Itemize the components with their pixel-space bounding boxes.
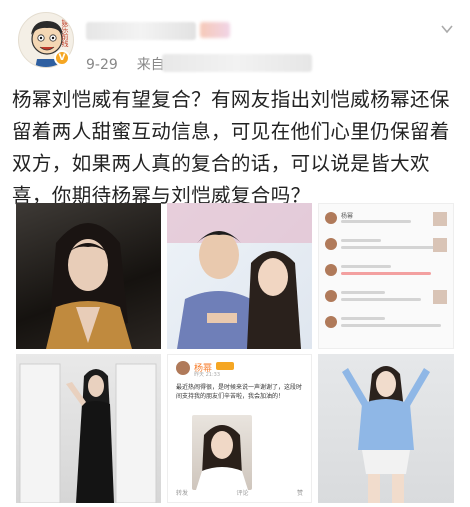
avatar [325, 316, 337, 328]
repost-label: 转发 [176, 490, 189, 497]
feed-text-line [341, 291, 385, 294]
post-body-text: 杨幂刘恺威有望复合？有网友指出刘恺威杨幂还保留着两人甜蜜互动信息，可见在他们心里… [12, 88, 450, 207]
feed-text-line [341, 220, 411, 223]
post-meta: 9-29 来自 [86, 54, 165, 74]
feed-text-line [341, 239, 381, 242]
screenshot-weibo-post[interactable]: 杨幂 昨天 21:33 最近热闹得很，是时候来说一声谢谢了，这段时间支持我的朋友… [167, 354, 312, 503]
feed-user-name: 杨幂 [341, 213, 354, 220]
screenshot-action-bar: 转发 评论 赞 [176, 488, 303, 497]
photo-portrait-dark[interactable] [16, 203, 161, 349]
feed-row [325, 262, 449, 284]
feed-text-line [341, 272, 431, 275]
photo-blue-sweater[interactable] [318, 354, 454, 503]
image-grid: 杨幂 杨幂 昨天 21:33 最近热闹得很，是时候来说一声谢谢了，这段时间支持我… [16, 203, 454, 503]
avatar [325, 238, 337, 250]
post-source-redacted [162, 54, 312, 72]
avatar [325, 264, 337, 276]
screenshot-post-text: 最近热闹得很，是时候来说一声谢谢了，这段时间支持我的朋友们辛苦啦，我会加油的！ [176, 384, 303, 400]
woman-blue-sweater-icon [342, 366, 430, 503]
couple-photo-icon [167, 203, 312, 349]
woman-portrait-icon [196, 425, 248, 490]
comment-label: 评论 [236, 490, 249, 497]
avatar-label: 娱乐前线 [61, 19, 69, 47]
feed-text-line [341, 298, 421, 301]
feed-thumbnail [433, 212, 447, 226]
feed-row [325, 288, 449, 310]
screenshot-post-header: 杨幂 昨天 21:33 [176, 361, 305, 381]
screenshot-weibo-feed[interactable]: 杨幂 [318, 203, 454, 349]
feed-row [325, 314, 449, 336]
vip-badge-redacted [200, 22, 230, 38]
feed-text-line [341, 246, 437, 249]
avatar [325, 290, 337, 302]
feed-row: 杨幂 [325, 210, 449, 232]
post-date: 9-29 [86, 57, 118, 73]
chevron-down-icon[interactable] [440, 22, 454, 36]
woman-portrait-icon [46, 223, 132, 349]
feed-thumbnail [433, 238, 447, 252]
feed-text-line [341, 265, 391, 268]
avatar [176, 361, 190, 375]
photo-black-dress[interactable] [16, 354, 161, 503]
username-redacted[interactable] [86, 22, 196, 40]
like-label: 赞 [296, 490, 303, 497]
woman-black-dress-icon [19, 363, 157, 503]
screenshot-post-photo [192, 415, 252, 490]
post-header: 娱乐前线 V 9-29 来自 [0, 0, 470, 86]
verified-badge-icon: V [54, 50, 70, 66]
vip-badge [216, 362, 234, 370]
feed-text-line [341, 317, 385, 320]
avatar [325, 212, 337, 224]
screenshot-post-time: 昨天 21:33 [194, 372, 220, 378]
photo-couple[interactable] [167, 203, 312, 349]
post-source-prefix: 来自 [136, 57, 165, 73]
feed-row [325, 236, 449, 258]
feed-text-line [341, 324, 441, 327]
feed-thumbnail [433, 290, 447, 304]
